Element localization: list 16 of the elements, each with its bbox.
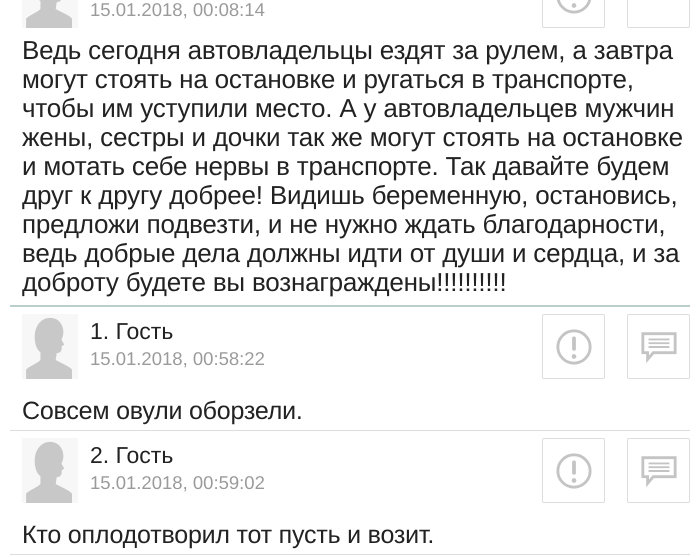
comment-date: 15.01.2018, 00:59:02 [90,471,266,495]
reply-button[interactable] [627,438,690,503]
comment-text: Кто оплодотворил тот пусть и возит. [22,521,436,550]
avatar-icon [22,438,78,503]
post-date: 15.01.2018, 00:08:14 [90,0,266,22]
report-button[interactable] [542,314,605,379]
comment-author: 2. Гость [90,441,174,470]
avatar-icon [22,314,78,379]
report-button[interactable] [542,438,605,503]
comment-author: 1. Гость [90,317,174,346]
comment-text: Совсем овули оборзели. [22,397,304,426]
exclamation-icon [554,328,592,366]
reply-button[interactable] [627,314,690,379]
comment-date: 15.01.2018, 00:58:22 [90,347,266,371]
exclamation-icon [554,452,592,490]
post-text: Ведь сегодня автовладельцы ездят за рулем, а завтра могут стоять на остановке и ругаться в транспорте, чтобы им уступили место. А у автовладельцев мужчин жены, сестры и дочки так же могут стоять на остановке и мотать себе нервы в транспорте. Так давайте будем друг к другу добрее! Видишь беременную, остановись, предложи подвезти, и не нужно ждать благодарности, ведь добрые дела должны идти от души и сердца, и за доброту будете вы вознаграждены!!!!!!!!!! [22,36,684,297]
